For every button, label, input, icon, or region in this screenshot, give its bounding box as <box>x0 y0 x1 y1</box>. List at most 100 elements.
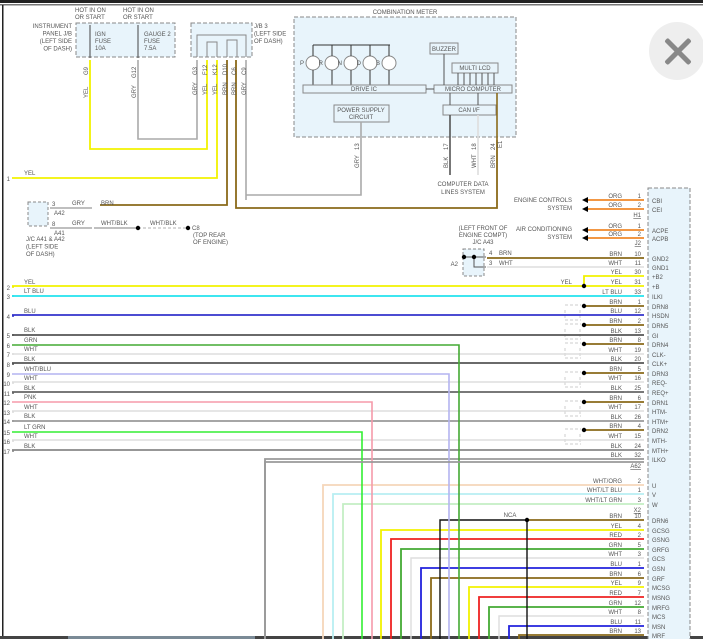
jb-name-label: OF DASH) <box>43 47 72 53</box>
wire-number: 17 <box>3 450 10 456</box>
wire-color-label: BLK <box>24 444 35 450</box>
wire-color-label: LT BLU <box>24 289 44 295</box>
pin-number: 26 <box>634 415 641 421</box>
hot-in-on-label: OR START <box>123 15 153 21</box>
jb3-name-label: OF DASH) <box>254 39 283 45</box>
fuse-label: GAUGE 2 <box>144 32 171 38</box>
buzzer-label: BUZZER <box>432 47 457 53</box>
pin-signal-label: CEI <box>652 208 662 214</box>
ground-label: C8 <box>192 226 200 232</box>
connector-label: A2 <box>451 262 459 268</box>
pin-signal-label: DRN2 <box>652 429 669 435</box>
wiring-diagram: HOT IN ONOR STARTHOT IN ONOR STARTINSTRU… <box>0 0 703 639</box>
wire-color-label: YEL <box>203 83 209 95</box>
pin-signal-label: REQ- <box>652 381 667 387</box>
wire-color-label: YEL <box>24 280 36 286</box>
wire-color-label: WHT/BLK <box>150 221 177 227</box>
arrow-icon <box>582 235 588 241</box>
yel-label: YEL <box>561 280 573 286</box>
jb3-name-label: (LEFT SIDE <box>254 32 286 38</box>
pin-signal-label: ILKI <box>652 295 663 301</box>
pin-number: 25 <box>634 386 641 392</box>
close-button[interactable] <box>649 22 703 80</box>
wire-color-label: WHT <box>608 434 622 440</box>
data-lines-label: COMPUTER DATA <box>437 182 488 188</box>
wire-color-label: GRY <box>72 221 85 227</box>
wire-color-label: WHT <box>24 376 38 382</box>
wire-color-label: BRN <box>609 572 622 578</box>
connector-group-label: A62 <box>630 464 641 470</box>
drive-ic-label: DRIVE IC <box>351 87 378 93</box>
static-layer <box>0 0 703 639</box>
wire-color-label: WHT/LT GRN <box>585 498 622 504</box>
engine-controls-label: SYSTEM <box>547 206 572 212</box>
shield-icon <box>564 371 581 388</box>
wire-color-label: WHT <box>24 347 38 353</box>
pin-signal-label: MCSG <box>652 586 670 592</box>
wire-number: 1 <box>7 177 11 183</box>
wire-color-label: YEL <box>611 524 623 530</box>
wire-color-label: WHT <box>24 405 38 411</box>
pin-signal-label: DRN5 <box>652 324 669 330</box>
drain-dot <box>581 427 587 433</box>
arrow-icon <box>582 206 588 212</box>
hot-in-on-label: HOT IN ON <box>75 8 106 14</box>
pin-number: 11 <box>635 261 642 267</box>
ground-location-label: OF ENGINE) <box>193 240 228 246</box>
ground-location-label: (TOP REAR <box>193 233 226 239</box>
indicator-lamp-icon <box>362 55 378 71</box>
pin-number: 12 <box>634 601 641 607</box>
air-conditioning-label: AIR CONDITIONING <box>516 227 572 233</box>
wire-color-label: BRN <box>499 251 512 257</box>
pin-label: F12 <box>203 64 209 75</box>
wire-nca <box>439 519 528 639</box>
wire-color-label: BRN <box>609 300 622 306</box>
wire-color-label: YEL <box>611 280 623 286</box>
wire-color-label: BRN <box>609 396 622 402</box>
connector-group-label: H1 <box>633 213 641 219</box>
wire-number: 8 <box>7 363 11 369</box>
wire-1-yel <box>12 60 218 179</box>
meter-title: COMBINATION METER <box>373 10 438 16</box>
fuse-label: FUSE <box>95 39 111 45</box>
pin-label: K12 <box>213 64 219 75</box>
drain-dot <box>581 370 587 376</box>
pin-signal-label: MSNG <box>652 596 670 602</box>
multi-lcd-label: MULTI LCD <box>459 66 491 72</box>
fuse-label: 7.5A <box>144 46 156 52</box>
wire-color-label: ORG <box>608 232 622 238</box>
pin-number: 8 <box>638 610 642 616</box>
wire-color-label: YEL <box>611 270 623 276</box>
drain-dot <box>581 303 587 309</box>
wire-color-label: WHT/BLU <box>24 367 51 373</box>
pin-signal-label: +B <box>652 285 660 291</box>
wire-number: 13 <box>3 411 10 417</box>
wire-color-label: BRN <box>232 82 238 95</box>
wire-color-label: BLK <box>611 329 622 335</box>
pin-signal-label: CBI <box>652 199 662 205</box>
wire-color-label: BLU <box>610 620 622 626</box>
instrument-panel-jb <box>75 22 176 58</box>
wire-number: 16 <box>3 440 10 446</box>
yel-splice-dot <box>581 283 587 289</box>
pin-number: 3 <box>638 552 642 558</box>
wire-number: 15 <box>3 431 10 437</box>
wire-color-label: YEL <box>24 171 36 177</box>
wire-color-label: YEL <box>213 83 219 95</box>
wire-color-label: BRN <box>609 338 622 344</box>
pin-label: 8 <box>52 222 56 228</box>
pin-signal-label: ACPB <box>652 237 668 243</box>
wire-color-label: GRN <box>24 338 37 344</box>
wire-color-label: BLK <box>611 357 622 363</box>
shield-icon <box>564 342 581 359</box>
pin-signal-label: MCS <box>652 615 665 621</box>
indicator-label: N <box>338 61 342 67</box>
jb-name-label: INSTRUMENT <box>33 24 73 30</box>
wire-color-label: WHT <box>608 348 622 354</box>
wire-color-label: ORG <box>608 224 622 230</box>
wire-color-label: ORG <box>608 194 622 200</box>
wire-color-label: PNK <box>24 395 36 401</box>
air-conditioning-label: SYSTEM <box>547 235 572 241</box>
pin-number: 30 <box>634 270 641 276</box>
shield-icon <box>564 304 581 321</box>
